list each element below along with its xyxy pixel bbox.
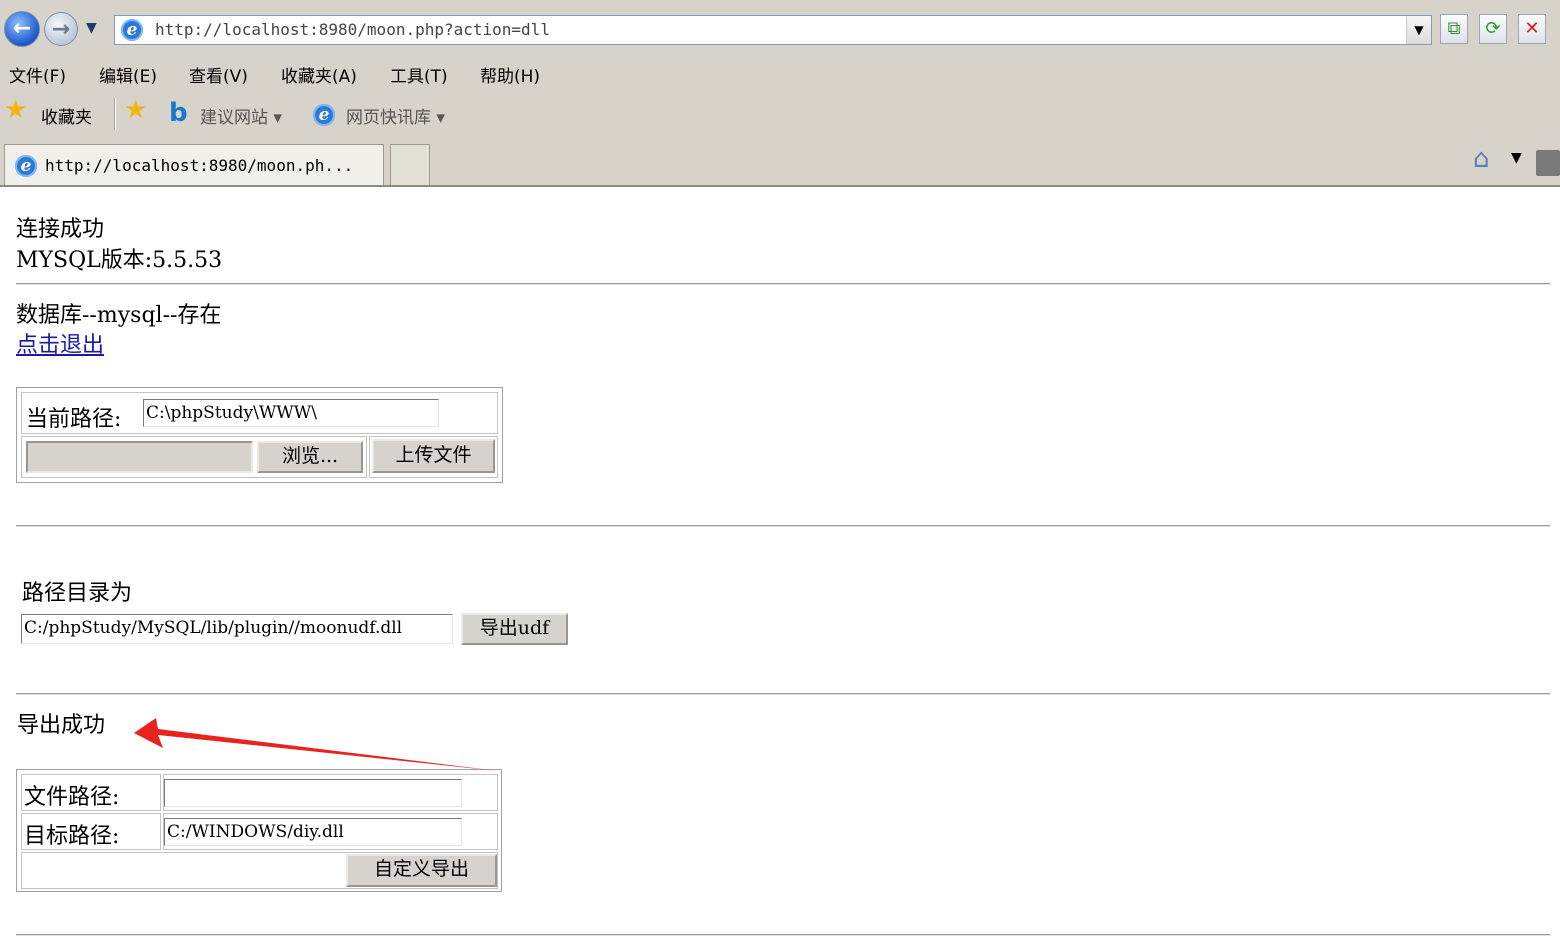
annotation-arrow: [134, 718, 498, 771]
arrow-shape: [134, 718, 498, 771]
